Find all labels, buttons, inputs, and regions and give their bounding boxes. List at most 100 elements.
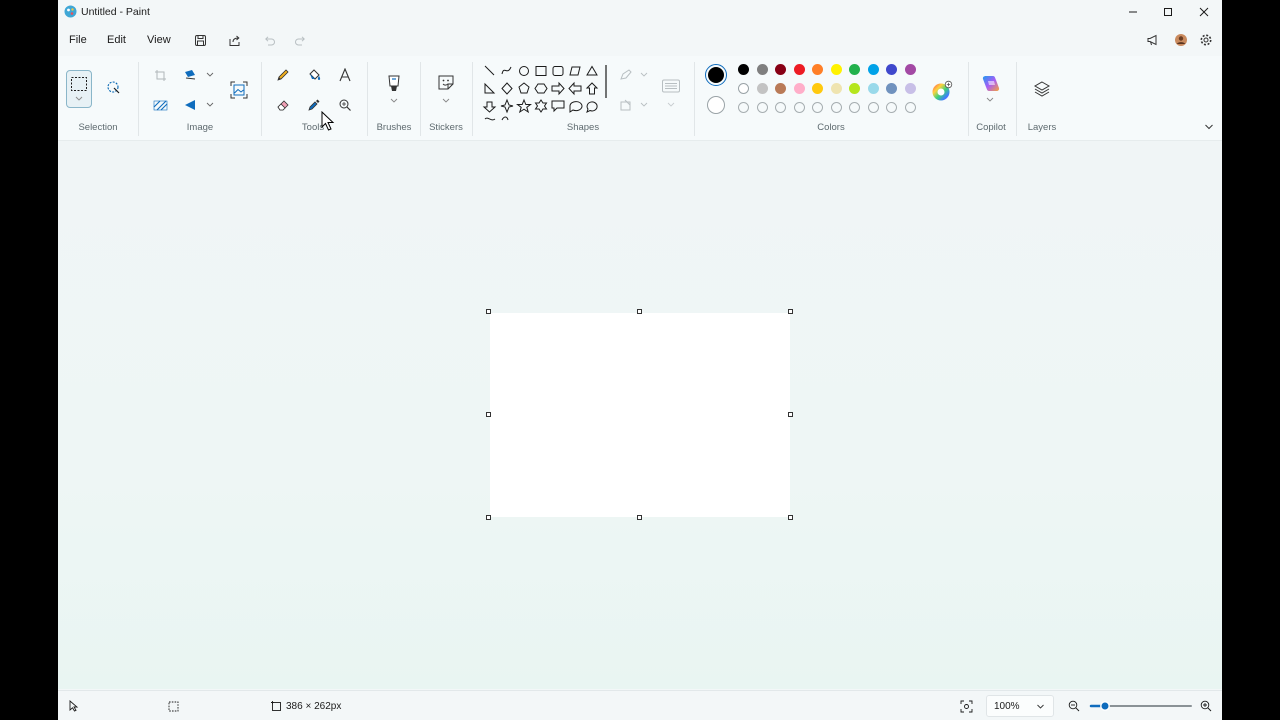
custom-color-slot[interactable] bbox=[867, 102, 879, 113]
color-swatch[interactable] bbox=[886, 64, 897, 75]
color-swatch[interactable] bbox=[793, 64, 805, 75]
menu-file[interactable]: File bbox=[69, 34, 87, 46]
resize-handle-bottom[interactable] bbox=[637, 515, 642, 520]
rectangle-select-button[interactable] bbox=[66, 70, 92, 108]
save-button[interactable] bbox=[191, 31, 209, 49]
zoom-slider[interactable] bbox=[1089, 698, 1193, 714]
resize-icon bbox=[185, 70, 214, 80]
shape-outline-button[interactable] bbox=[618, 66, 650, 84]
custom-color-slot[interactable] bbox=[886, 102, 897, 113]
copilot-button[interactable] bbox=[979, 72, 1003, 106]
brush-icon bbox=[388, 75, 400, 103]
menu-edit[interactable]: Edit bbox=[107, 34, 126, 46]
undo-button[interactable] bbox=[260, 31, 278, 49]
mouse-cursor-icon bbox=[320, 110, 336, 132]
resize-handle-bottom-left[interactable] bbox=[486, 515, 491, 520]
zoom-in-button[interactable] bbox=[1198, 698, 1214, 714]
color-swatch[interactable] bbox=[775, 64, 786, 75]
layers-icon bbox=[1033, 81, 1051, 97]
collapse-ribbon-button[interactable] bbox=[1202, 120, 1216, 134]
magnifier-button[interactable] bbox=[336, 96, 354, 114]
minimize-button[interactable] bbox=[1121, 3, 1145, 21]
gear-icon bbox=[1200, 34, 1212, 46]
maximize-button[interactable] bbox=[1156, 3, 1180, 21]
custom-color-slot[interactable] bbox=[738, 102, 749, 113]
custom-color-slot[interactable] bbox=[812, 102, 823, 113]
color-swatch[interactable] bbox=[793, 83, 805, 94]
sticker-icon bbox=[438, 75, 454, 103]
crop-button[interactable] bbox=[151, 66, 169, 84]
color-swatch[interactable] bbox=[812, 83, 823, 94]
undo-icon bbox=[264, 35, 275, 45]
color-swatch[interactable] bbox=[738, 64, 749, 75]
secondary-color-swatch[interactable] bbox=[707, 96, 725, 114]
free-select-button[interactable] bbox=[104, 78, 122, 96]
zoom-dropdown[interactable]: 100% bbox=[986, 695, 1054, 717]
group-label-brushes: Brushes bbox=[376, 122, 412, 133]
pencil-button[interactable] bbox=[274, 66, 292, 84]
redo-button[interactable] bbox=[291, 31, 309, 49]
resize-button[interactable] bbox=[182, 66, 216, 84]
paint-app-icon bbox=[64, 5, 77, 18]
group-divider bbox=[694, 62, 695, 136]
color-swatch[interactable] bbox=[812, 64, 823, 75]
image-creator-button[interactable] bbox=[229, 80, 249, 100]
color-swatch[interactable] bbox=[756, 83, 768, 94]
custom-color-slot[interactable] bbox=[775, 102, 786, 113]
resize-handle-right[interactable] bbox=[788, 412, 793, 417]
select-all-button[interactable] bbox=[151, 96, 169, 114]
layers-button[interactable] bbox=[1032, 79, 1052, 99]
color-swatch[interactable] bbox=[756, 64, 768, 75]
custom-color-slot[interactable] bbox=[830, 102, 842, 113]
brushes-button[interactable] bbox=[383, 72, 405, 106]
group-label-stickers: Stickers bbox=[429, 122, 463, 133]
share-button[interactable] bbox=[225, 31, 243, 49]
eraser-button[interactable] bbox=[274, 96, 292, 114]
canvas-workspace[interactable] bbox=[58, 141, 1222, 689]
resize-handle-top-right[interactable] bbox=[788, 309, 793, 314]
stickers-button[interactable] bbox=[435, 72, 457, 106]
rotate-button[interactable] bbox=[182, 96, 216, 114]
color-swatch[interactable] bbox=[849, 64, 860, 75]
feedback-button[interactable] bbox=[1144, 31, 1162, 49]
primary-color-swatch[interactable] bbox=[705, 64, 727, 86]
account-avatar[interactable] bbox=[1172, 31, 1190, 49]
close-button[interactable] bbox=[1192, 3, 1216, 21]
custom-color-slot[interactable] bbox=[904, 102, 916, 113]
chevron-down-icon bbox=[1037, 704, 1044, 709]
settings-button[interactable] bbox=[1197, 31, 1215, 49]
color-swatch[interactable] bbox=[904, 83, 916, 94]
resize-handle-bottom-right[interactable] bbox=[788, 515, 793, 520]
fill-button[interactable] bbox=[305, 66, 323, 84]
color-swatch[interactable] bbox=[904, 64, 916, 75]
copilot-icon bbox=[982, 76, 1000, 102]
drawing-canvas[interactable] bbox=[490, 313, 790, 517]
avatar-icon bbox=[1175, 34, 1187, 46]
paint-window: Untitled - Paint File Edit View Selectio… bbox=[58, 0, 1222, 720]
zoom-out-button[interactable] bbox=[1066, 698, 1082, 714]
edit-colors-button[interactable] bbox=[930, 79, 954, 103]
shape-size-button[interactable] bbox=[660, 74, 682, 112]
shape-fill-button[interactable] bbox=[618, 96, 650, 114]
color-swatch[interactable] bbox=[830, 64, 842, 75]
color-swatch[interactable] bbox=[886, 83, 897, 94]
fit-to-window-button[interactable] bbox=[958, 698, 974, 714]
group-label-shapes: Shapes bbox=[566, 122, 600, 133]
shapes-gallery[interactable] bbox=[482, 63, 608, 123]
menu-view[interactable]: View bbox=[147, 34, 171, 46]
custom-color-slot[interactable] bbox=[756, 102, 768, 113]
color-swatch[interactable] bbox=[867, 64, 879, 75]
crop-icon bbox=[154, 69, 166, 81]
color-swatch[interactable] bbox=[849, 83, 860, 94]
color-swatch[interactable] bbox=[830, 83, 842, 94]
custom-color-slot[interactable] bbox=[793, 102, 805, 113]
text-button[interactable] bbox=[336, 66, 354, 84]
color-swatch[interactable] bbox=[867, 83, 879, 94]
color-swatch[interactable] bbox=[775, 83, 786, 94]
resize-handle-left[interactable] bbox=[486, 412, 491, 417]
text-icon bbox=[339, 68, 351, 82]
color-swatch[interactable] bbox=[738, 83, 749, 94]
resize-handle-top[interactable] bbox=[637, 309, 642, 314]
resize-handle-top-left[interactable] bbox=[486, 309, 491, 314]
custom-color-slot[interactable] bbox=[849, 102, 860, 113]
